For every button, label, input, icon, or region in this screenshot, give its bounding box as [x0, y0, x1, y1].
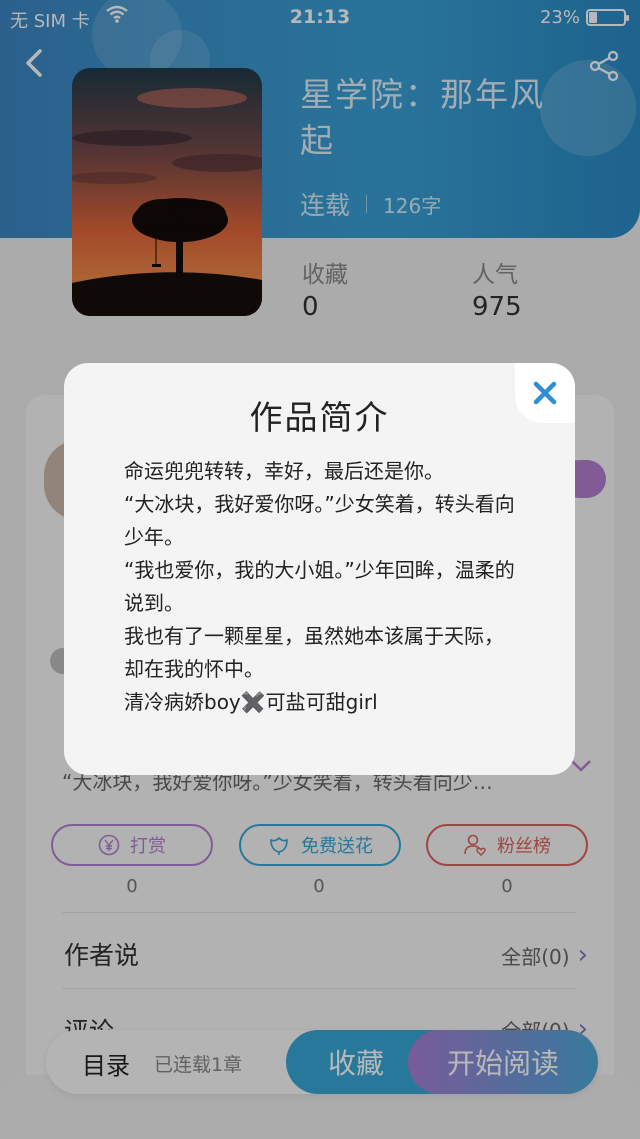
synopsis-line: 清冷病娇boy✖️可盐可甜girl [124, 690, 378, 714]
close-button[interactable] [515, 363, 575, 423]
synopsis-text: 命运兜兜转转，幸好，最后还是你。 “大冰块，我好爱你呀。”少女笑着，转头看向少年… [124, 455, 519, 719]
synopsis-line: 命运兜兜转转，幸好，最后还是你。 [124, 459, 444, 483]
synopsis-line: “我也爱你，我的大小姐。”少年回眸，温柔的说到。 [124, 558, 515, 615]
synopsis-modal: 作品简介 命运兜兜转转，幸好，最后还是你。 “大冰块，我好爱你呀。”少女笑着，转… [64, 363, 575, 775]
close-icon [533, 381, 557, 405]
synopsis-line: “大冰块，我好爱你呀。”少女笑着，转头看向少年。 [124, 492, 515, 549]
modal-title: 作品简介 [249, 398, 390, 437]
synopsis-line: 我也有了一颗星星，虽然她本该属于天际，却在我的怀中。 [124, 624, 504, 681]
